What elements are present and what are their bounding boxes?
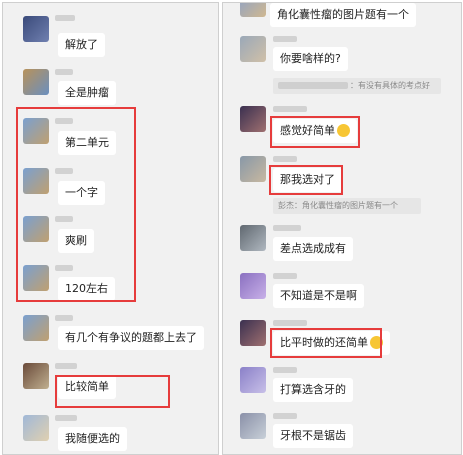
avatar[interactable] [240,273,266,299]
highlight-box [55,375,170,408]
highlight-box [16,107,136,302]
message-bubble[interactable]: 不知道是不是啊 [273,284,364,308]
username-blurred [55,363,77,369]
username-blurred [273,106,307,112]
message-bubble[interactable]: 牙根不是锯齿 [273,424,353,448]
avatar[interactable] [23,363,49,389]
avatar[interactable] [23,16,49,42]
username-blurred [273,273,297,279]
avatar[interactable] [23,69,49,95]
message-bubble[interactable]: 有几个有争议的题都上去了 [58,326,204,350]
message-bubble[interactable]: 你要啥样的? [273,47,348,71]
avatar[interactable] [240,3,266,17]
blurred-name [278,82,348,89]
message-bubble[interactable]: 我随便选的 [58,427,127,451]
avatar[interactable] [240,413,266,439]
avatar[interactable] [23,415,49,441]
chat-panel-left[interactable]: 解放了 全是肿瘤 第二单元 一个字 爽刷 120左右 有几个有争议的题都上去了 … [2,2,219,455]
username-blurred [273,225,301,231]
username-blurred [55,15,75,21]
message-bubble[interactable]: 角化囊性瘤的图片题有一个 [270,3,416,27]
highlight-box [270,328,382,358]
username-blurred [55,315,73,321]
message-bubble[interactable]: 打算选含牙的 [273,378,353,402]
username-blurred [273,413,297,419]
avatar[interactable] [240,106,266,132]
message-bubble[interactable]: 全是肿瘤 [58,81,116,105]
highlight-box [270,116,360,148]
avatar[interactable] [240,225,266,251]
avatar[interactable] [240,320,266,346]
username-blurred [273,367,297,373]
username-blurred [55,69,73,75]
avatar[interactable] [23,315,49,341]
screenshot-frame: 解放了 全是肿瘤 第二单元 一个字 爽刷 120左右 有几个有争议的题都上去了 … [0,0,463,455]
highlight-box [269,165,343,195]
quoted-message[interactable]: 彭杰：角化囊性瘤的图片题有一个 [273,198,421,214]
username-blurred [55,415,77,421]
username-blurred [273,320,307,326]
avatar[interactable] [240,156,266,182]
avatar[interactable] [240,367,266,393]
avatar[interactable] [240,36,266,62]
chat-panel-right[interactable]: 角化囊性瘤的图片题有一个 你要啥样的? ：有没有具体的考点好 感觉好简单 那我选… [222,2,462,455]
username-blurred [273,36,297,42]
message-bubble[interactable]: 差点选成成有 [273,237,353,261]
username-blurred [273,156,297,162]
message-bubble[interactable]: 解放了 [58,33,105,57]
quoted-message[interactable]: ：有没有具体的考点好 [273,78,441,94]
